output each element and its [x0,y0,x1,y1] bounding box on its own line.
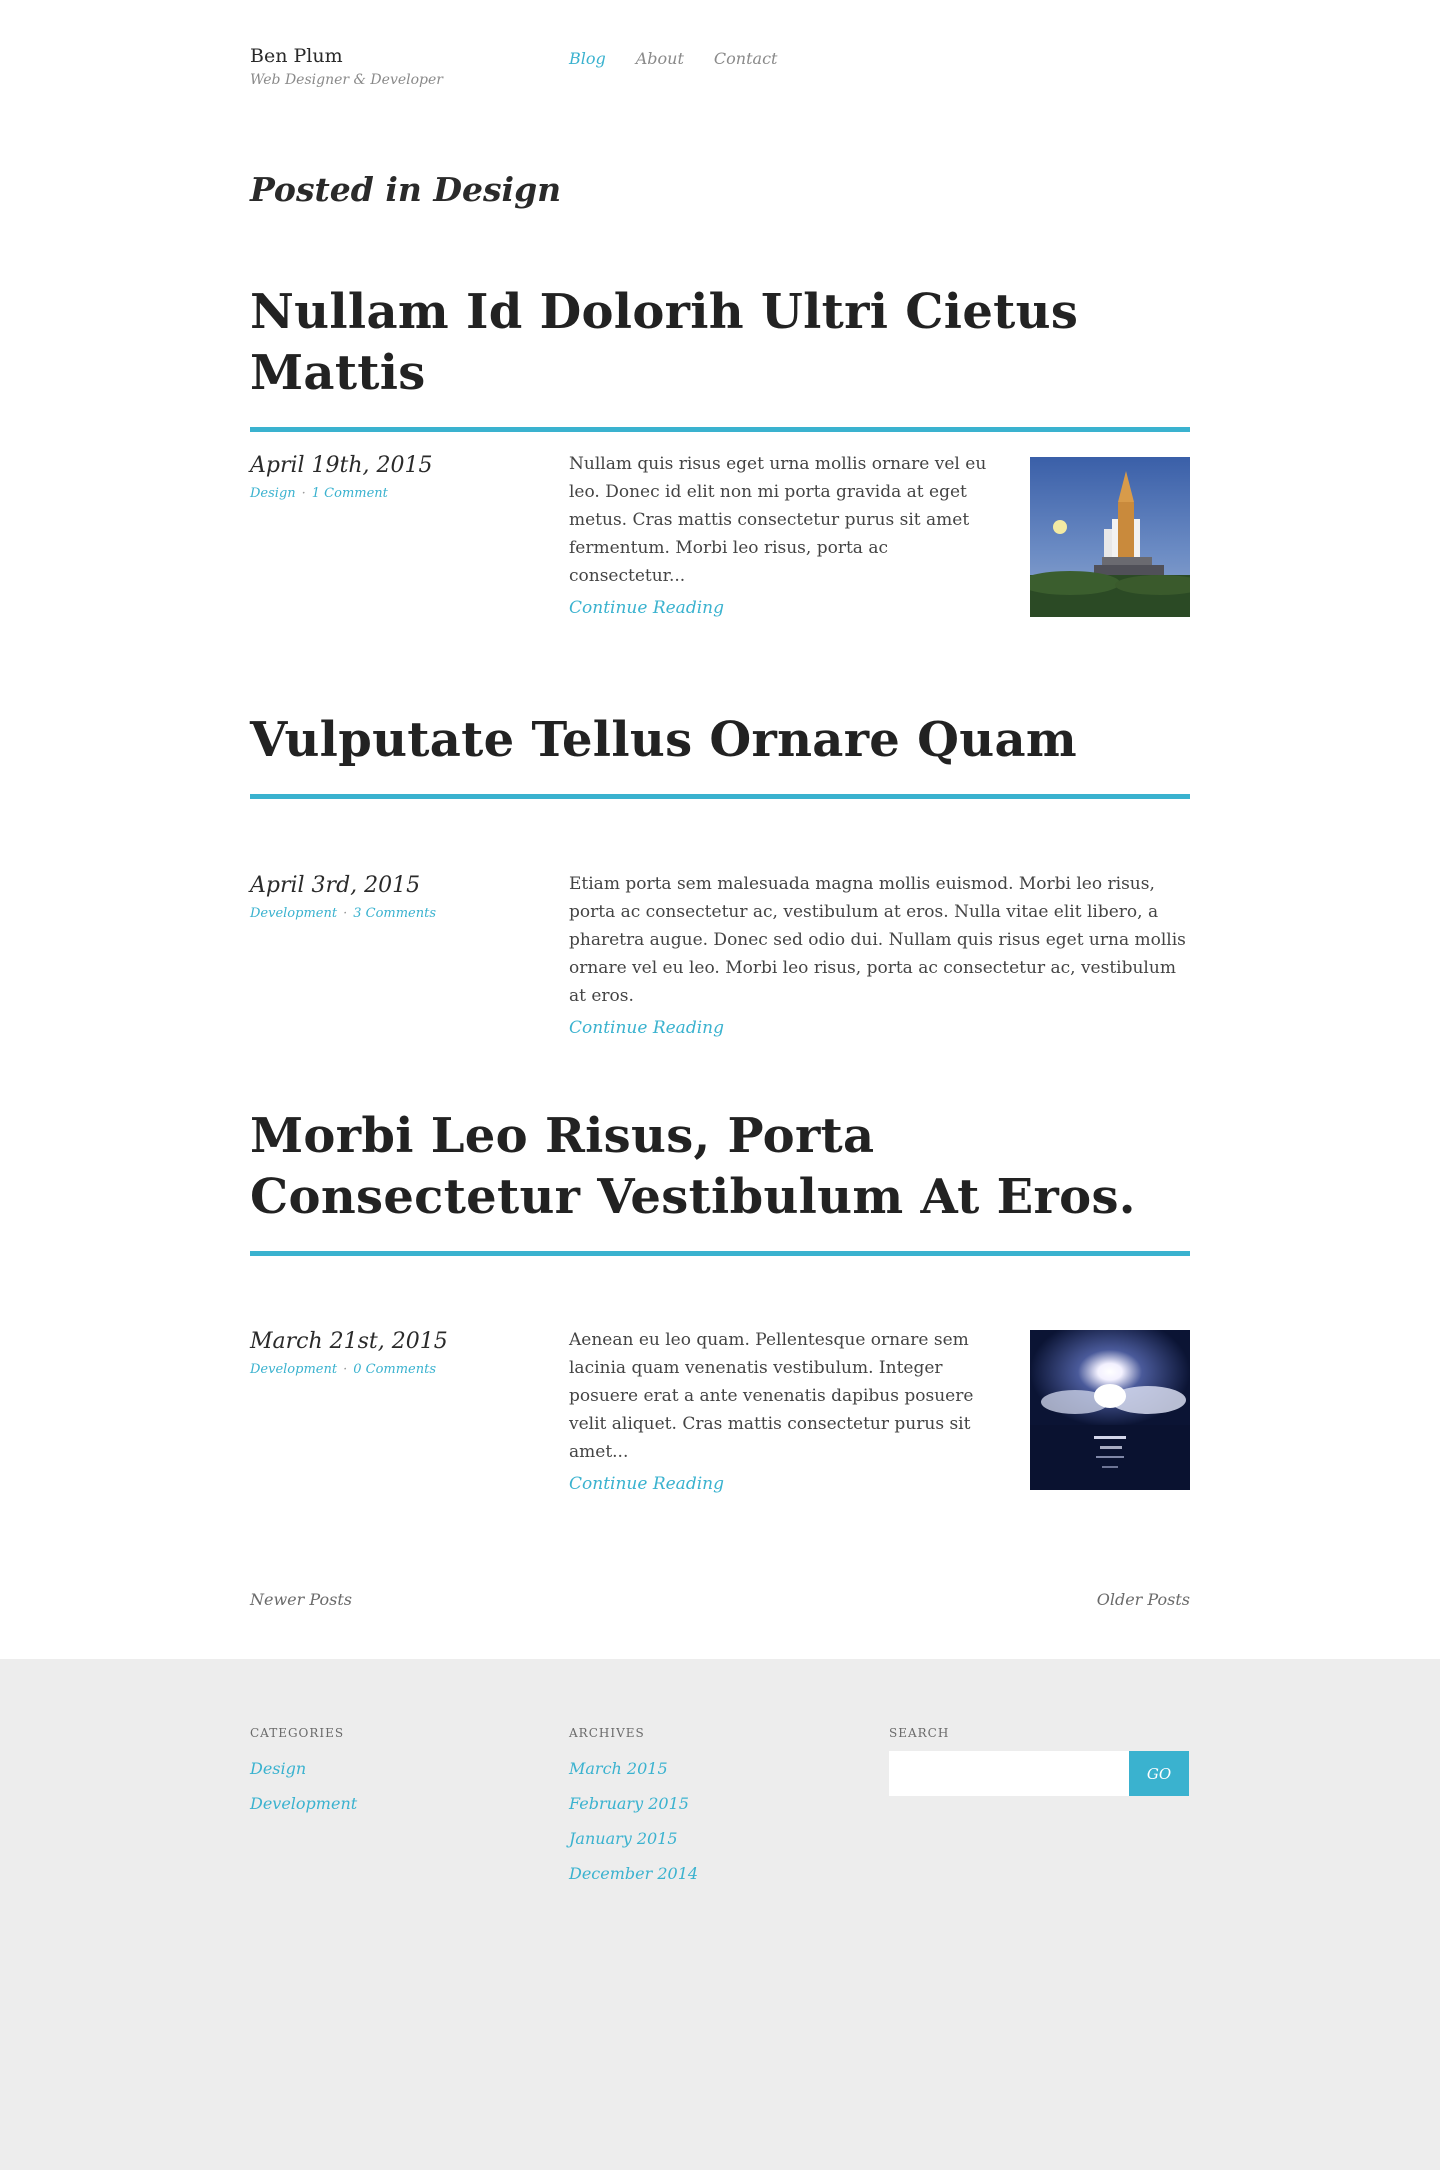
night-launch-image [1030,1330,1190,1490]
pagination: Newer Posts Older Posts [250,1589,1190,1611]
meta-separator: · [343,1362,348,1377]
footer-archive-link[interactable]: December 2014 [569,1856,698,1891]
post-comments-link[interactable]: 0 Comments [353,1362,436,1377]
footer-categories-heading: CATEGORIES [250,1726,345,1740]
post-excerpt: Aenean eu leo quam. Pellentesque ornare … [569,1330,974,1462]
footer-search: SEARCH GO [889,1724,1189,1796]
post-date: March 21st, 2015 [250,1329,448,1354]
footer-category-link[interactable]: Development [250,1786,357,1821]
post-thumbnail[interactable] [1030,1330,1190,1490]
post-item: Vulputate Tellus Ornare Quam April 3rd, … [250,710,1190,1038]
continue-reading-link[interactable]: Continue Reading [569,1016,724,1040]
site-brand[interactable]: Ben Plum Web Designer & Developer [250,44,443,90]
shuttle-launchpad-image [1030,457,1190,617]
post-category-link[interactable]: Development [250,906,337,921]
post-title[interactable]: Morbi Leo Risus, Porta Consectetur Vesti… [250,1106,1190,1228]
post-category-link[interactable]: Development [250,1362,337,1377]
newer-posts-link[interactable]: Newer Posts [250,1589,352,1611]
post-title[interactable]: Nullam Id Dolorih Ultri Cietus Mattis [250,282,1190,404]
post-categories: Design · 1 Comment [250,484,433,504]
post-body: Etiam porta sem malesuada magna mollis e… [569,870,1190,1040]
nav-item-about[interactable]: About [636,48,684,70]
archive-title: Posted in Design [250,170,562,209]
post-divider [250,794,1190,799]
post-title[interactable]: Vulputate Tellus Ornare Quam [250,710,1190,771]
footer-archive-link[interactable]: January 2015 [569,1821,698,1856]
post-body: Aenean eu leo quam. Pellentesque ornare … [569,1326,999,1496]
meta-separator: · [343,906,348,921]
site-tagline: Web Designer & Developer [250,72,443,88]
post-categories: Development · 3 Comments [250,904,436,924]
older-posts-link[interactable]: Older Posts [1097,1589,1190,1611]
post-date: April 3rd, 2015 [250,873,421,898]
search-input[interactable] [889,1751,1129,1796]
footer-archive-link[interactable]: February 2015 [569,1786,698,1821]
site-footer: CATEGORIES Design Development ARCHIVES M… [0,1659,1440,2170]
footer-search-heading: SEARCH [889,1726,950,1740]
post-meta: April 19th, 2015 Design · 1 Comment [250,452,433,504]
post-categories: Development · 0 Comments [250,1360,448,1380]
post-body: Nullam quis risus eget urna mollis ornar… [569,450,999,620]
footer-archives-heading: ARCHIVES [569,1726,645,1740]
post-divider [250,427,1190,432]
continue-reading-link[interactable]: Continue Reading [569,1472,724,1496]
post-category-link[interactable]: Design [250,486,296,501]
post-item: Morbi Leo Risus, Porta Consectetur Vesti… [250,1106,1190,1494]
post-divider [250,1251,1190,1256]
footer-categories: CATEGORIES Design Development [250,1724,357,1821]
post-excerpt: Nullam quis risus eget urna mollis ornar… [569,454,987,586]
search-form: GO [889,1751,1189,1796]
footer-category-link[interactable]: Design [250,1751,357,1786]
main-nav: Blog About Contact [569,48,777,70]
nav-item-blog[interactable]: Blog [569,48,606,70]
post-thumbnail[interactable] [1030,457,1190,617]
continue-reading-link[interactable]: Continue Reading [569,596,724,620]
nav-item-contact[interactable]: Contact [714,48,778,70]
site-name[interactable]: Ben Plum [250,44,443,68]
post-comments-link[interactable]: 1 Comment [312,486,388,501]
post-excerpt: Etiam porta sem malesuada magna mollis e… [569,874,1186,1006]
footer-archive-link[interactable]: March 2015 [569,1751,698,1786]
meta-separator: · [301,486,306,501]
post-meta: March 21st, 2015 Development · 0 Comments [250,1328,448,1380]
post-item: Nullam Id Dolorih Ultri Cietus Mattis Ap… [250,282,1190,618]
footer-archives: ARCHIVES March 2015 February 2015 Januar… [569,1724,698,1891]
search-go-button[interactable]: GO [1129,1751,1189,1796]
post-meta: April 3rd, 2015 Development · 3 Comments [250,872,436,924]
post-date: April 19th, 2015 [250,453,433,478]
post-comments-link[interactable]: 3 Comments [353,906,436,921]
